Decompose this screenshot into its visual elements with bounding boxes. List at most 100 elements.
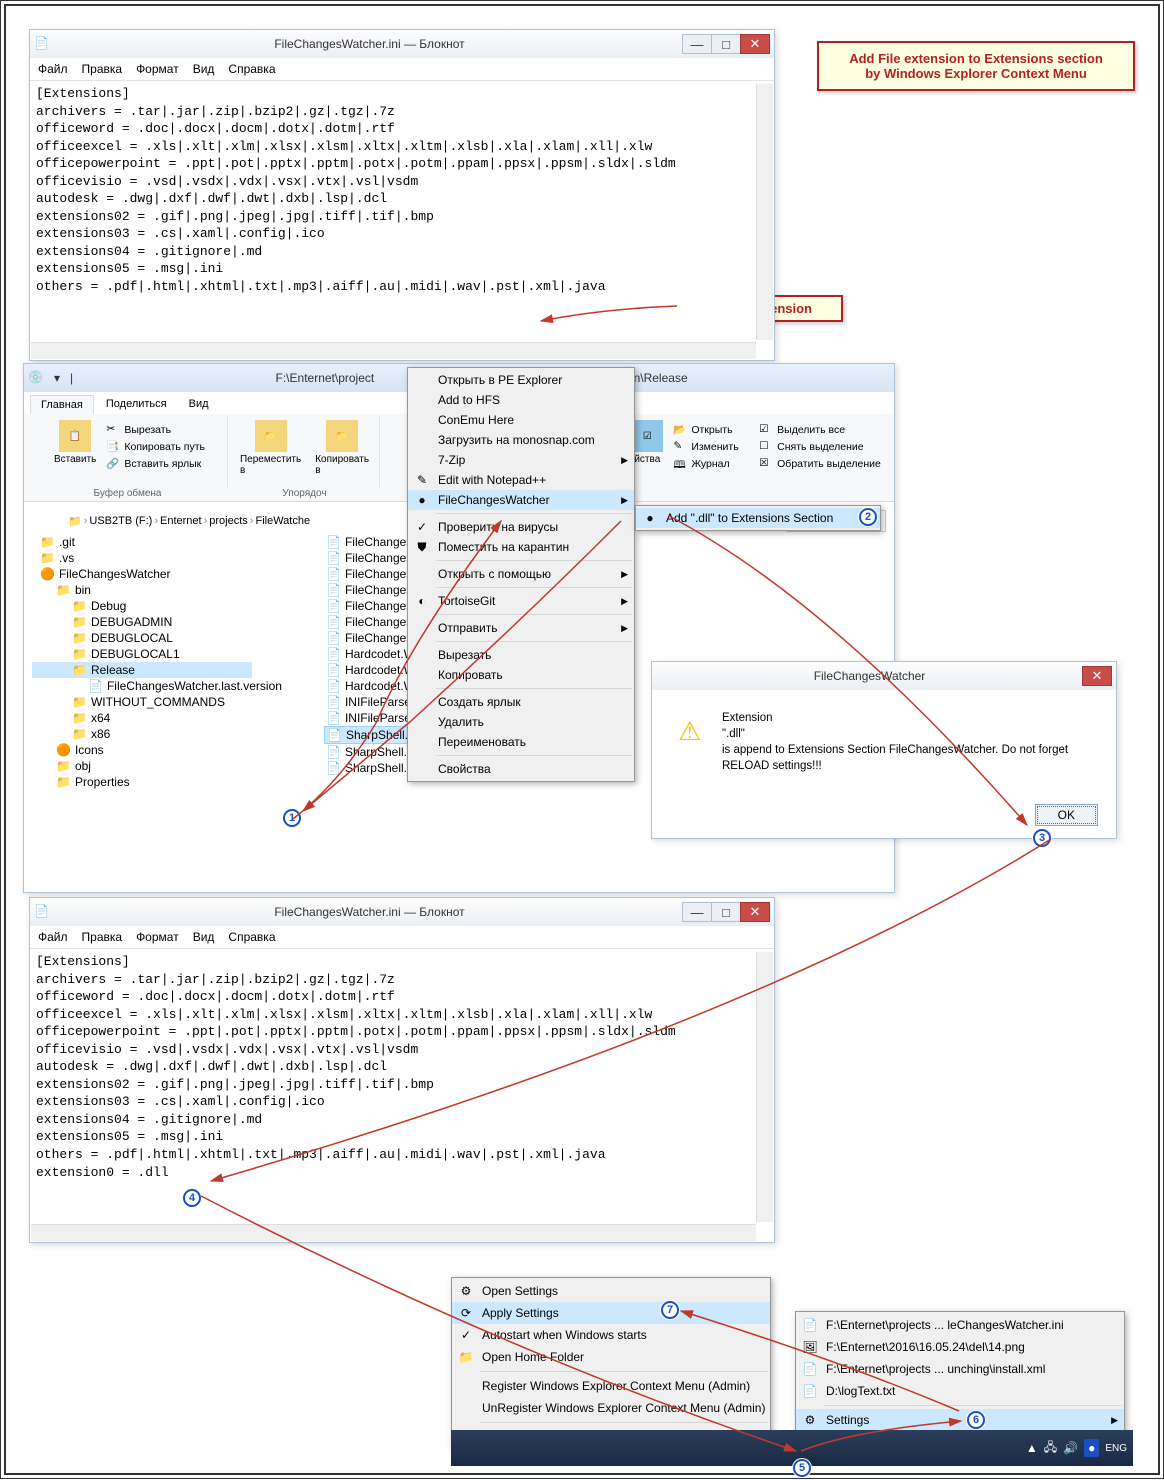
taskbar[interactable]: ▲ 🖧 🔊 ● ENG [451,1430,1133,1466]
ctx-item[interactable]: Вырезать [408,645,634,665]
tree-item[interactable]: 🟠Icons [32,742,252,758]
ctx-item[interactable]: ●FileChangesWatcher▶ [408,490,634,510]
select-invert-button[interactable]: ☒Обратить выделение [757,456,883,472]
ribbon-tab[interactable]: Вид [179,395,219,414]
breadcrumb-part[interactable]: projects [209,515,248,527]
tree-item[interactable]: 📁x64 [32,710,252,726]
quick-access-arrow[interactable]: ▾ [54,371,60,385]
ctx-item[interactable]: 📄F:\Enternet\projects ... unching\instal… [796,1358,1124,1380]
tray-app-icon[interactable]: ● [1084,1439,1099,1457]
app-settings-menu[interactable]: ⚙Open Settings⟳Apply Settings✓Autostart … [451,1277,771,1451]
ctx-item[interactable]: ◐TortoiseGit▶ [408,591,634,611]
menu-item[interactable]: Файл [38,930,68,944]
ctx-item[interactable]: 📄D:\logText.txt [796,1380,1124,1402]
context-submenu[interactable]: ● Add ".dll" to Extensions Section [635,505,881,531]
select-all-button[interactable]: ☑Выделить все [757,422,883,438]
copy-path-button[interactable]: 📑Копировать путь [104,439,207,455]
titlebar[interactable]: 📄 FileChangesWatcher.ini — Блокнот — □ ✕ [30,898,774,926]
tree-item[interactable]: 📁Properties [32,774,252,790]
breadcrumb-part[interactable]: FileWatche [255,515,310,527]
tree-item[interactable]: 📁Debug [32,598,252,614]
tree-item[interactable]: 📁.vs [32,550,252,566]
breadcrumb-part[interactable]: USB2TB (F:) [89,515,152,527]
ctx-item[interactable]: ⚙Settings▶ [796,1409,1124,1431]
tree-item[interactable]: 📁DEBUGLOCAL1 [32,646,252,662]
tray-icon[interactable]: 🔊 [1063,1441,1078,1455]
ctx-item[interactable]: 📁Open Home Folder [452,1346,770,1368]
minimize-button[interactable]: — [682,902,712,922]
tree-item[interactable]: 📄FileChangesWatcher.last.version [32,678,252,694]
ok-button[interactable]: OK [1035,804,1098,826]
edit-button[interactable]: ✎Изменить [671,439,740,455]
paste-shortcut-button[interactable]: 🔗Вставить ярлык [104,456,207,472]
tree-item[interactable]: 📁DEBUGLOCAL [32,630,252,646]
open-button[interactable]: 📂Открыть [671,422,740,438]
editor-area[interactable]: [Extensions] archivers = .tar|.jar|.zip|… [30,81,774,357]
scrollbar-vertical[interactable] [756,952,773,1222]
cut-button[interactable]: ✂Вырезать [104,422,207,438]
ctx-item[interactable]: 🖼F:\Enternet\2016\16.05.24\del\14.png [796,1336,1124,1358]
ctx-item[interactable]: ✓Проверить на вирусы [408,517,634,537]
menu-item[interactable]: Правка [82,930,123,944]
scrollbar-horizontal[interactable] [31,1224,756,1241]
tree-item[interactable]: 📁WITHOUT_COMMANDS [32,694,252,710]
ctx-item[interactable]: Открыть с помощью▶ [408,564,634,584]
maximize-button[interactable]: □ [711,34,741,54]
ctx-item[interactable]: ✎Edit with Notepad++ [408,470,634,490]
menu-item[interactable]: Файл [38,62,68,76]
breadcrumb-part[interactable]: Enternet [160,515,202,527]
scrollbar-horizontal[interactable] [31,342,756,359]
close-button[interactable]: ✕ [740,902,770,922]
ctx-item-add-dll[interactable]: ● Add ".dll" to Extensions Section [636,508,880,528]
menu-item[interactable]: Справка [228,930,275,944]
copy-button[interactable]: 📁Копировать в [309,418,375,478]
nav-tree[interactable]: 📁.git📁.vs🟠FileChangesWatcher📁bin📁Debug📁D… [32,534,252,884]
ctx-item[interactable]: Копировать [408,665,634,685]
ctx-item[interactable]: UnRegister Windows Explorer Context Menu… [452,1397,770,1419]
close-button[interactable]: ✕ [740,34,770,54]
ctx-item[interactable]: ⚙Open Settings [452,1280,770,1302]
ctx-item[interactable]: Add to HFS [408,390,634,410]
ctx-item[interactable]: Register Windows Explorer Context Menu (… [452,1375,770,1397]
menu-item[interactable]: Вид [193,930,215,944]
menu-item[interactable]: Формат [136,62,179,76]
maximize-button[interactable]: □ [711,902,741,922]
ctx-item[interactable]: Переименовать [408,732,634,752]
ribbon-tab[interactable]: Главная [30,395,94,414]
tray-icon[interactable]: 🖧 [1044,1438,1057,1459]
ctx-item[interactable]: ConEmu Here [408,410,634,430]
context-menu[interactable]: Открыть в PE ExplorerAdd to HFSConEmu He… [407,367,635,782]
menu-item[interactable]: Вид [193,62,215,76]
history-button[interactable]: 🕮Журнал [671,456,740,472]
tree-item[interactable]: 📁DEBUGADMIN [32,614,252,630]
ctx-item[interactable]: Открыть в PE Explorer [408,370,634,390]
ctx-item[interactable]: Отправить▶ [408,618,634,638]
minimize-button[interactable]: — [682,34,712,54]
tree-item[interactable]: 📁.git [32,534,252,550]
tree-item[interactable]: 🟠FileChangesWatcher [32,566,252,582]
move-button[interactable]: 📁Переместить в [234,418,307,478]
paste-button[interactable]: 📋Вставить [48,418,102,472]
tree-item[interactable]: 📁bin [32,582,252,598]
tray-icon[interactable]: ▲ [1026,1441,1038,1455]
ctx-item[interactable]: Свойства [408,759,634,779]
menu-item[interactable]: Формат [136,930,179,944]
ctx-item[interactable]: 📄F:\Enternet\projects ... leChangesWatch… [796,1314,1124,1336]
tree-item[interactable]: 📁x86 [32,726,252,742]
titlebar[interactable]: FileChangesWatcher ✕ [652,662,1116,690]
scrollbar-vertical[interactable] [756,84,773,340]
select-none-button[interactable]: ☐Снять выделение [757,439,883,455]
ribbon-tab[interactable]: Поделиться [96,395,177,414]
tray-lang[interactable]: ENG [1105,1443,1127,1454]
editor-area[interactable]: [Extensions] archivers = .tar|.jar|.zip|… [30,949,774,1239]
menu-item[interactable]: Справка [228,62,275,76]
ctx-item[interactable]: Удалить [408,712,634,732]
ctx-item[interactable]: ⛊Поместить на карантин [408,537,634,557]
menu-item[interactable]: Правка [82,62,123,76]
ctx-item[interactable]: Загрузить на monosnap.com [408,430,634,450]
ctx-item[interactable]: Создать ярлык [408,692,634,712]
titlebar[interactable]: 📄 FileChangesWatcher.ini — Блокнот — □ ✕ [30,30,774,58]
tree-item[interactable]: 📁Release [32,662,252,678]
tree-item[interactable]: 📁obj [32,758,252,774]
ctx-item[interactable]: ⟳Apply Settings [452,1302,770,1324]
